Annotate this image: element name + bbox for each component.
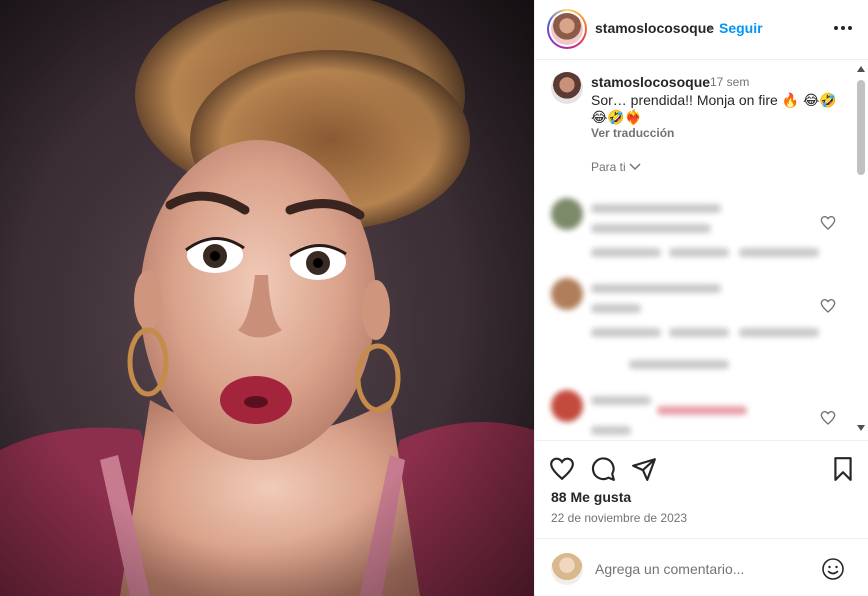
author-username[interactable]: stamoslocosoque xyxy=(595,20,714,36)
post-date: 22 de noviembre de 2023 xyxy=(551,511,688,525)
current-user-avatar xyxy=(551,553,583,585)
post-details-panel: stamoslocosoque • Seguir stamoslocosoque… xyxy=(534,0,868,596)
comments-list xyxy=(539,178,843,440)
emoji-icon[interactable] xyxy=(821,557,845,581)
more-options-icon[interactable] xyxy=(833,16,853,40)
comment-input[interactable] xyxy=(595,561,795,577)
post-header: stamoslocosoque • Seguir xyxy=(535,0,868,60)
comment-sort-dropdown[interactable]: Para ti xyxy=(591,160,641,174)
caption-text: Sor… prendida!! Monja on fire 🔥 😂🤣 😂🤣❤️‍… xyxy=(591,92,837,125)
caption-time[interactable]: 17 sem xyxy=(710,75,749,89)
comment-like-icon[interactable] xyxy=(820,215,836,231)
comment-like-icon[interactable] xyxy=(820,298,836,314)
author-avatar[interactable] xyxy=(547,9,587,49)
see-translation-link[interactable]: Ver traducción xyxy=(591,126,674,140)
save-icon[interactable] xyxy=(830,456,856,482)
post-dialog: stamoslocosoque • Seguir stamoslocosoque… xyxy=(0,0,868,596)
scrollbar-thumb[interactable] xyxy=(857,80,865,175)
comment-sort-label: Para ti xyxy=(591,160,626,174)
comment-icon[interactable] xyxy=(590,456,616,482)
post-actions xyxy=(535,440,868,486)
follow-button[interactable]: Seguir xyxy=(719,20,763,36)
scroll-up-arrow-icon[interactable] xyxy=(857,66,865,72)
likes-count[interactable]: 88 Me gusta xyxy=(551,489,631,505)
heart-icon[interactable] xyxy=(549,456,575,482)
caption-username[interactable]: stamoslocosoque xyxy=(591,74,710,90)
chevron-down-icon xyxy=(629,163,641,171)
portrait-illustration xyxy=(0,0,534,596)
comment-avatar[interactable] xyxy=(551,198,583,230)
comment-avatar[interactable] xyxy=(551,390,583,422)
separator-dot: • xyxy=(708,20,713,36)
caption-avatar[interactable] xyxy=(551,72,583,104)
scroll-down-arrow-icon[interactable] xyxy=(857,425,865,431)
comment-like-icon[interactable] xyxy=(820,410,836,426)
comment-composer xyxy=(535,538,868,596)
share-icon[interactable] xyxy=(631,456,657,482)
post-photo[interactable] xyxy=(0,0,534,596)
comment-avatar[interactable] xyxy=(551,278,583,310)
